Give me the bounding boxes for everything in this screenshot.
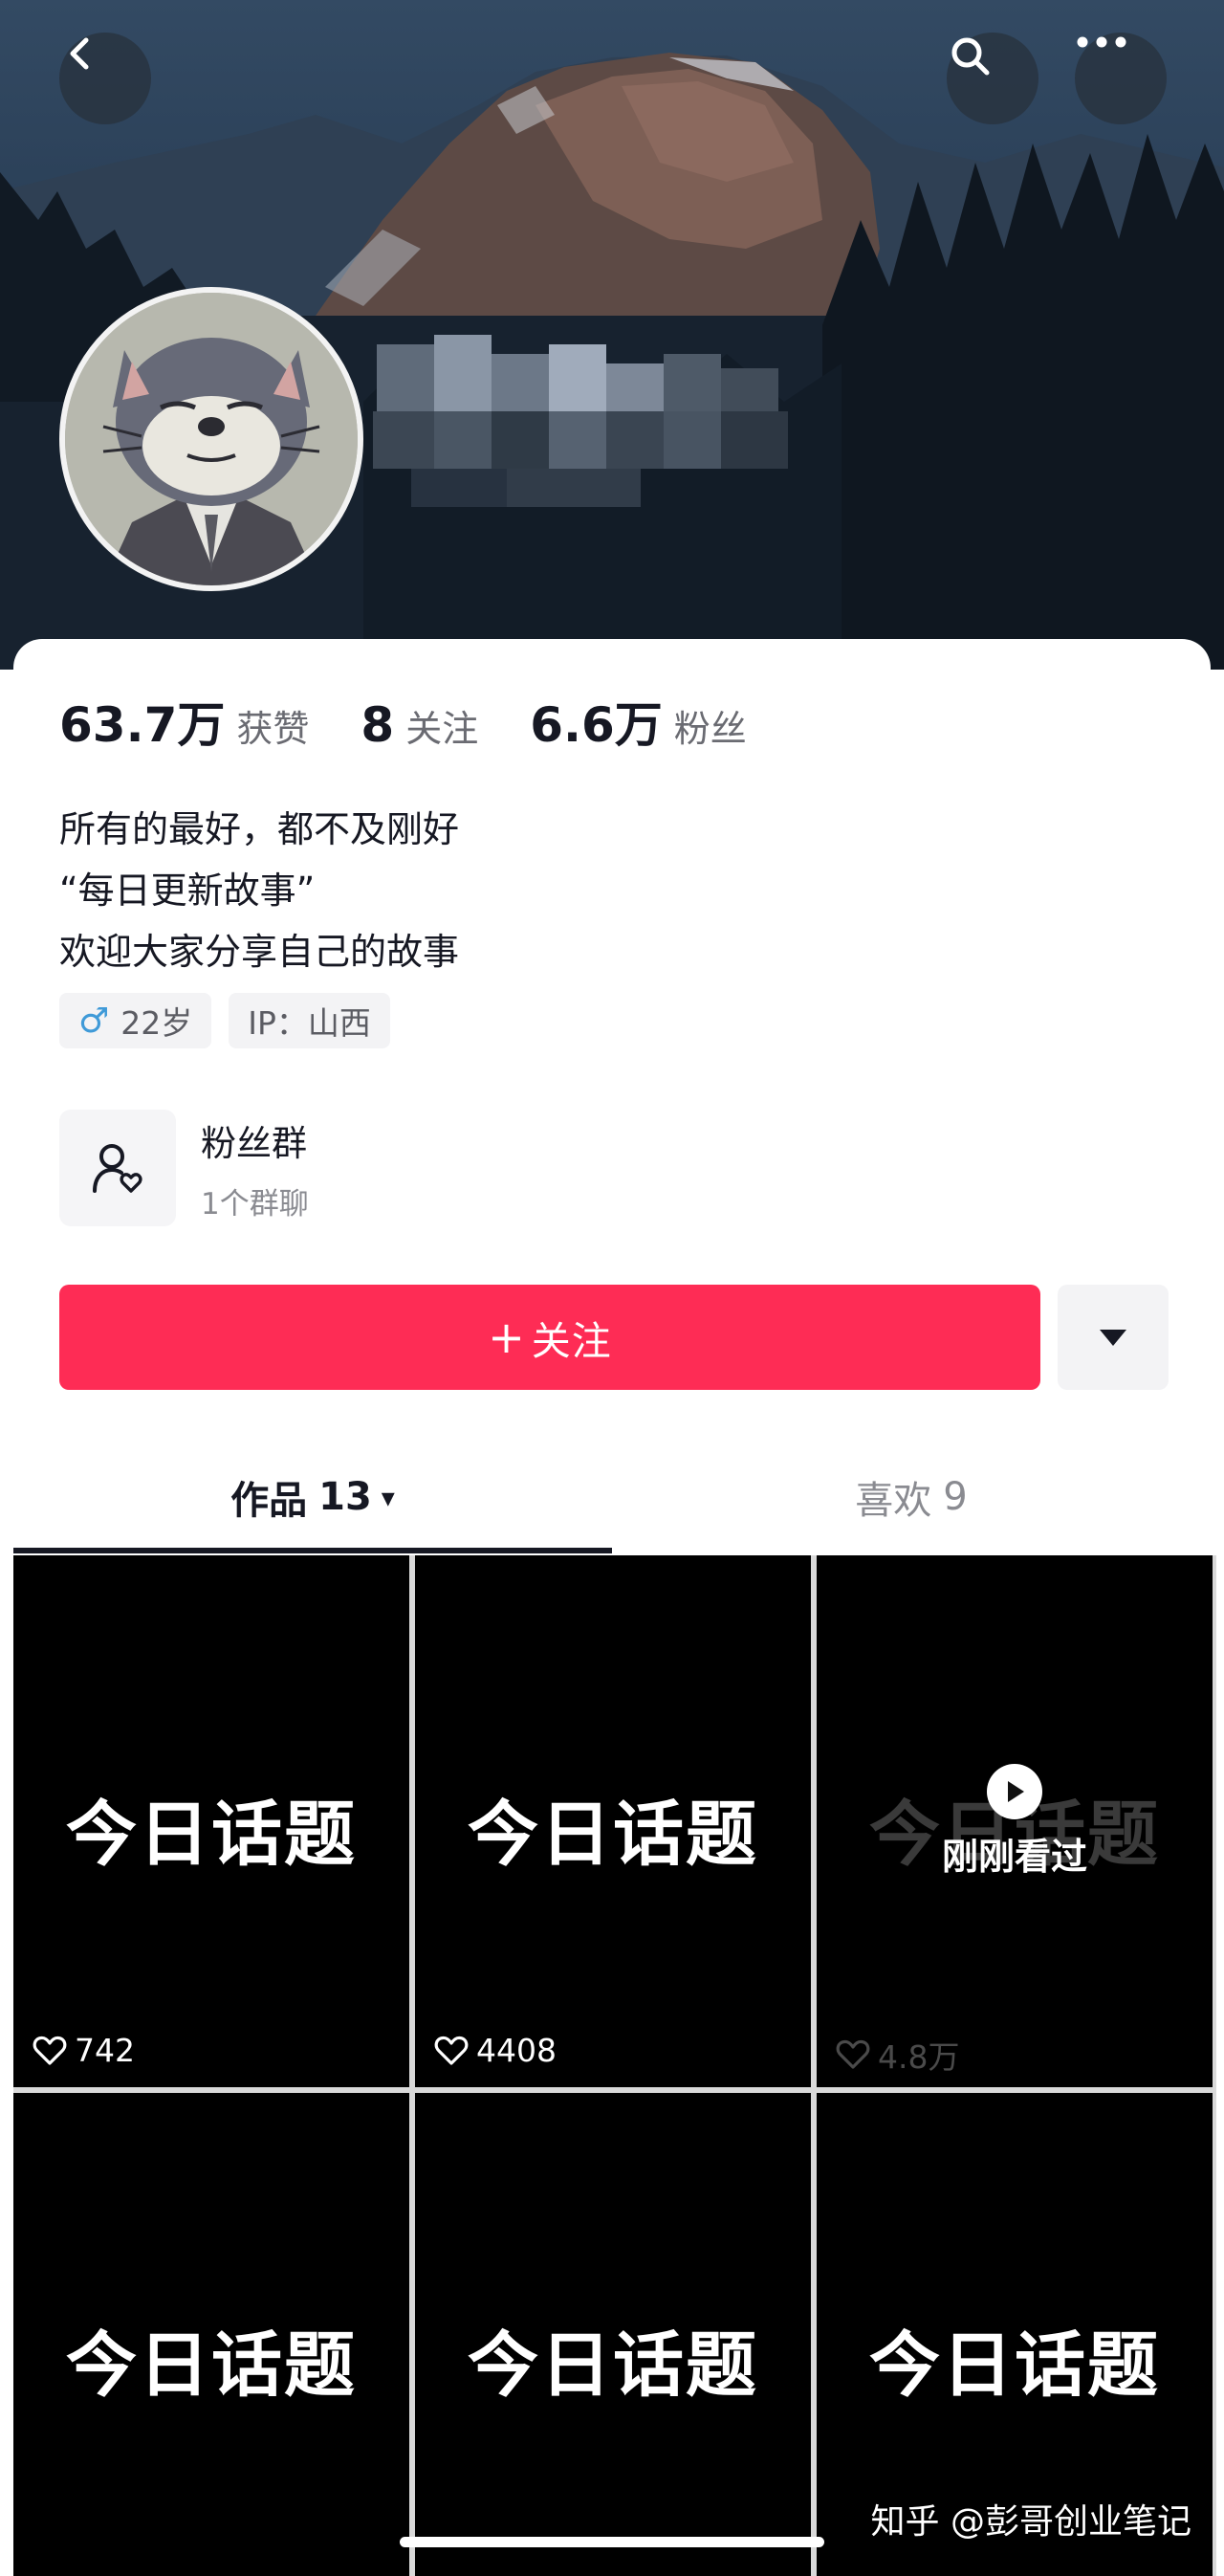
video-title: 今日话题: [66, 1794, 357, 1876]
tab-works[interactable]: 作品 13 ▾: [13, 1444, 612, 1550]
more-button[interactable]: [1075, 33, 1167, 124]
tab-likes-count: 9: [943, 1475, 968, 1519]
profile-cover: [0, 0, 1224, 670]
likes-label: 获赞: [236, 708, 310, 750]
bio-line: “每日更新故事”: [59, 870, 316, 912]
home-indicator[interactable]: [400, 2537, 824, 2547]
search-icon: [951, 37, 990, 76]
heart-outline-icon: [434, 2036, 469, 2065]
tab-works-count: 13: [318, 1475, 372, 1519]
user-heart-icon: [93, 1144, 142, 1193]
fan-group-subtitle: 1个群聊: [201, 1186, 309, 1222]
recommend-dropdown-button[interactable]: [1058, 1285, 1169, 1390]
more-dots-icon: [1077, 36, 1126, 48]
profile-stats: 63.7万 获赞 8 关注 6.6万 粉丝: [59, 687, 798, 756]
back-button[interactable]: [59, 33, 151, 124]
cartoon-cat-avatar-image: [65, 293, 358, 585]
recently-watched-label: 刚刚看过: [941, 1836, 1087, 1878]
like-count-text: 742: [75, 2032, 135, 2069]
caret-down-icon: ▾: [381, 1481, 395, 1513]
video-like-count: 742: [33, 2032, 135, 2069]
fan-group-entry[interactable]: 粉丝群 1个群聊: [59, 1110, 309, 1226]
video-like-count: 4408: [434, 2032, 557, 2069]
follow-button-label: 关注: [531, 1318, 612, 1364]
video-title: 今日话题: [468, 2324, 758, 2407]
video-tile[interactable]: 今日话题: [415, 2093, 811, 2576]
play-icon: [987, 1764, 1042, 1819]
heart-outline-icon: [836, 2039, 870, 2069]
avatar[interactable]: [59, 287, 363, 591]
profile-tags: ♂ 22岁 IP：山西: [59, 993, 390, 1048]
tab-works-label: 作品: [230, 1479, 308, 1523]
bio-line: 欢迎大家分享自己的故事: [59, 931, 460, 973]
video-title: 今日话题: [66, 2324, 357, 2407]
video-tile[interactable]: 今日话题: [13, 2093, 409, 2576]
following-count[interactable]: 8: [361, 697, 394, 753]
plus-icon: +: [488, 1311, 526, 1363]
active-tab-indicator: [13, 1548, 612, 1553]
likes-count: 63.7万: [59, 697, 226, 753]
search-button[interactable]: [947, 33, 1038, 124]
heart-outline-icon: [33, 2036, 67, 2065]
age-text: 22岁: [120, 1004, 193, 1042]
tab-likes-label: 喜欢: [855, 1479, 932, 1523]
video-title: 今日话题: [869, 2324, 1160, 2407]
following-label[interactable]: 关注: [405, 699, 478, 752]
age-tag: ♂ 22岁: [59, 993, 212, 1048]
content-tabs: 作品 13 ▾ 喜欢 9: [13, 1444, 1211, 1555]
ip-text: IP：山西: [248, 1004, 371, 1042]
male-gender-icon: ♂: [78, 1001, 110, 1041]
profile-bio: 所有的最好，都不及刚好 “每日更新故事” 欢迎大家分享自己的故事: [59, 799, 459, 982]
video-like-count: 4.8万: [836, 2032, 959, 2078]
tab-likes[interactable]: 喜欢 9: [612, 1444, 1211, 1550]
followers-count[interactable]: 6.6万: [530, 687, 663, 756]
followers-label[interactable]: 粉丝: [674, 699, 747, 752]
chevron-left-icon: [70, 37, 89, 70]
fan-group-title: 粉丝群: [201, 1122, 307, 1164]
video-tile[interactable]: 今日话题 4408: [415, 1555, 811, 2087]
ip-tag: IP：山西: [229, 993, 390, 1048]
like-count-text: 4408: [476, 2032, 557, 2069]
follow-button[interactable]: + 关注: [59, 1285, 1040, 1390]
video-tile[interactable]: 今日话题 742: [13, 1555, 409, 2087]
video-title: 今日话题: [468, 1794, 758, 1876]
bio-line: 所有的最好，都不及刚好: [59, 808, 460, 850]
fan-group-icon-box: [59, 1110, 176, 1226]
video-grid: 今日话题 742 今日话题 4408 今日话题 刚刚看过 4.8万 今日话题 今…: [13, 1555, 1216, 2576]
username-mosaic: [373, 325, 822, 526]
caret-down-icon: [1100, 1330, 1126, 1346]
watermark: 知乎 @彭哥创业笔记: [870, 2502, 1191, 2542]
recently-watched-overlay: 刚刚看过: [817, 1764, 1213, 1880]
video-tile-recently-watched[interactable]: 今日话题 刚刚看过 4.8万: [817, 1555, 1213, 2087]
like-count-text: 4.8万: [878, 2038, 960, 2076]
